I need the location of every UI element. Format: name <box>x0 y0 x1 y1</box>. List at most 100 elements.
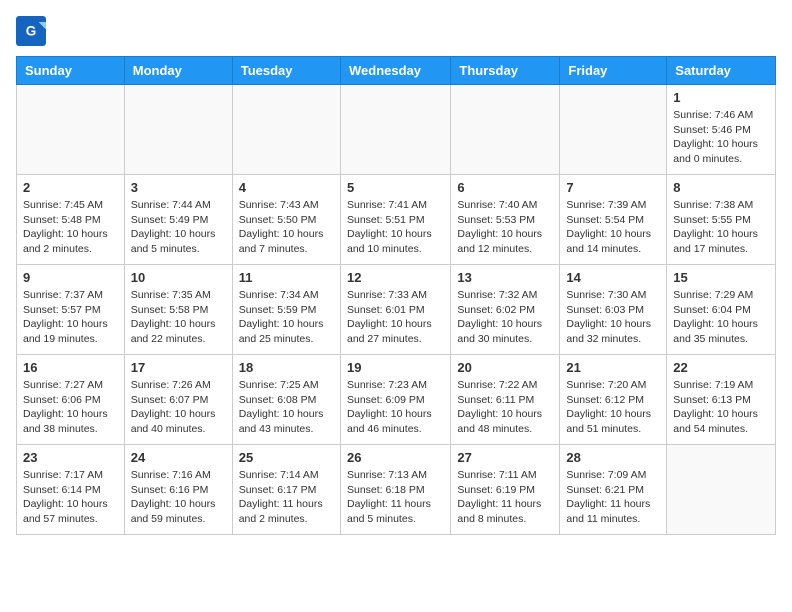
column-header-saturday: Saturday <box>667 57 776 85</box>
day-number: 3 <box>131 180 226 195</box>
day-number: 9 <box>23 270 118 285</box>
calendar-cell: 27Sunrise: 7:11 AM Sunset: 6:19 PM Dayli… <box>451 445 560 535</box>
calendar-cell: 15 Sunrise: 7:29 AM Sunset: 6:04 PM Dayli… <box>667 265 776 355</box>
day-info: Sunrise: 7:23 AM Sunset: 6:09 PM Dayligh… <box>347 378 444 437</box>
day-info: Sunrise: 7:33 AM Sunset: 6:01 PM Dayligh… <box>347 288 444 347</box>
calendar-cell <box>560 85 667 175</box>
calendar-cell <box>667 445 776 535</box>
day-info: Sunrise: 7:26 AM Sunset: 6:07 PM Dayligh… <box>131 378 226 437</box>
calendar-cell: 5 Sunrise: 7:41 AM Sunset: 5:51 PM Daylig… <box>340 175 450 265</box>
calendar-cell: 6 Sunrise: 7:40 AM Sunset: 5:53 PM Daylig… <box>451 175 560 265</box>
day-number: 10 <box>131 270 226 285</box>
day-number: 20 <box>457 360 553 375</box>
calendar-week-5: 23 Sunrise: 7:17 AM Sunset: 6:14 PM Dayli… <box>17 445 776 535</box>
day-number: 18 <box>239 360 334 375</box>
calendar-cell: 25 Sunrise: 7:14 AM Sunset: 6:17 PM Dayli… <box>232 445 340 535</box>
calendar-cell: 7Sunrise: 7:39 AM Sunset: 5:54 PM Daylig… <box>560 175 667 265</box>
calendar-header-row: SundayMondayTuesdayWednesdayThursdayFrid… <box>17 57 776 85</box>
day-info: Sunrise: 7:37 AM Sunset: 5:57 PM Dayligh… <box>23 288 118 347</box>
calendar-cell <box>340 85 450 175</box>
calendar-cell: 22 Sunrise: 7:19 AM Sunset: 6:13 PM Dayli… <box>667 355 776 445</box>
page-header: G <box>16 16 776 46</box>
day-number: 11 <box>239 270 334 285</box>
day-info: Sunrise: 7:30 AM Sunset: 6:03 PM Dayligh… <box>566 288 660 347</box>
day-number: 1 <box>673 90 769 105</box>
calendar-cell: 24 Sunrise: 7:16 AM Sunset: 6:16 PM Dayli… <box>124 445 232 535</box>
day-info: Sunrise: 7:13 AM Sunset: 6:18 PM Dayligh… <box>347 468 444 527</box>
day-number: 15 <box>673 270 769 285</box>
day-info: Sunrise: 7:29 AM Sunset: 6:04 PM Dayligh… <box>673 288 769 347</box>
day-info: Sunrise: 7:09 AM Sunset: 6:21 PM Dayligh… <box>566 468 660 527</box>
day-number: 24 <box>131 450 226 465</box>
day-number: 17 <box>131 360 226 375</box>
day-number: 25 <box>239 450 334 465</box>
logo-icon: G <box>16 16 46 46</box>
calendar-cell <box>232 85 340 175</box>
calendar-cell: 4Sunrise: 7:43 AM Sunset: 5:50 PM Daylig… <box>232 175 340 265</box>
day-info: Sunrise: 7:14 AM Sunset: 6:17 PM Dayligh… <box>239 468 334 527</box>
day-info: Sunrise: 7:19 AM Sunset: 6:13 PM Dayligh… <box>673 378 769 437</box>
column-header-thursday: Thursday <box>451 57 560 85</box>
calendar-cell <box>451 85 560 175</box>
calendar-week-1: 1 Sunrise: 7:46 AM Sunset: 5:46 PM Daylig… <box>17 85 776 175</box>
column-header-tuesday: Tuesday <box>232 57 340 85</box>
calendar-cell: 17 Sunrise: 7:26 AM Sunset: 6:07 PM Dayli… <box>124 355 232 445</box>
day-info: Sunrise: 7:32 AM Sunset: 6:02 PM Dayligh… <box>457 288 553 347</box>
calendar-cell: 28 Sunrise: 7:09 AM Sunset: 6:21 PM Dayli… <box>560 445 667 535</box>
calendar-week-4: 16 Sunrise: 7:27 AM Sunset: 6:06 PM Dayli… <box>17 355 776 445</box>
day-info: Sunrise: 7:43 AM Sunset: 5:50 PM Dayligh… <box>239 198 334 257</box>
day-info: Sunrise: 7:46 AM Sunset: 5:46 PM Dayligh… <box>673 108 769 167</box>
calendar-cell: 3 Sunrise: 7:44 AM Sunset: 5:49 PM Daylig… <box>124 175 232 265</box>
day-number: 6 <box>457 180 553 195</box>
column-header-monday: Monday <box>124 57 232 85</box>
day-number: 12 <box>347 270 444 285</box>
calendar-cell: 1 Sunrise: 7:46 AM Sunset: 5:46 PM Daylig… <box>667 85 776 175</box>
day-info: Sunrise: 7:16 AM Sunset: 6:16 PM Dayligh… <box>131 468 226 527</box>
day-info: Sunrise: 7:17 AM Sunset: 6:14 PM Dayligh… <box>23 468 118 527</box>
calendar-cell: 9 Sunrise: 7:37 AM Sunset: 5:57 PM Daylig… <box>17 265 125 355</box>
calendar-cell: 18 Sunrise: 7:25 AM Sunset: 6:08 PM Dayli… <box>232 355 340 445</box>
day-number: 5 <box>347 180 444 195</box>
day-number: 23 <box>23 450 118 465</box>
day-info: Sunrise: 7:40 AM Sunset: 5:53 PM Dayligh… <box>457 198 553 257</box>
day-info: Sunrise: 7:35 AM Sunset: 5:58 PM Dayligh… <box>131 288 226 347</box>
calendar-cell <box>17 85 125 175</box>
calendar-cell <box>124 85 232 175</box>
day-number: 21 <box>566 360 660 375</box>
calendar-cell: 23 Sunrise: 7:17 AM Sunset: 6:14 PM Dayli… <box>17 445 125 535</box>
day-info: Sunrise: 7:38 AM Sunset: 5:55 PM Dayligh… <box>673 198 769 257</box>
day-info: Sunrise: 7:34 AM Sunset: 5:59 PM Dayligh… <box>239 288 334 347</box>
column-header-wednesday: Wednesday <box>340 57 450 85</box>
day-number: 8 <box>673 180 769 195</box>
calendar-table: SundayMondayTuesdayWednesdayThursdayFrid… <box>16 56 776 535</box>
calendar-week-2: 2Sunrise: 7:45 AM Sunset: 5:48 PM Daylig… <box>17 175 776 265</box>
day-info: Sunrise: 7:44 AM Sunset: 5:49 PM Dayligh… <box>131 198 226 257</box>
calendar-cell: 8 Sunrise: 7:38 AM Sunset: 5:55 PM Daylig… <box>667 175 776 265</box>
calendar-cell: 12 Sunrise: 7:33 AM Sunset: 6:01 PM Dayli… <box>340 265 450 355</box>
calendar-cell: 21 Sunrise: 7:20 AM Sunset: 6:12 PM Dayli… <box>560 355 667 445</box>
calendar-cell: 19 Sunrise: 7:23 AM Sunset: 6:09 PM Dayli… <box>340 355 450 445</box>
day-info: Sunrise: 7:45 AM Sunset: 5:48 PM Dayligh… <box>23 198 118 257</box>
day-info: Sunrise: 7:22 AM Sunset: 6:11 PM Dayligh… <box>457 378 553 437</box>
day-number: 16 <box>23 360 118 375</box>
calendar-cell: 13 Sunrise: 7:32 AM Sunset: 6:02 PM Dayli… <box>451 265 560 355</box>
calendar-cell: 2Sunrise: 7:45 AM Sunset: 5:48 PM Daylig… <box>17 175 125 265</box>
calendar-week-3: 9 Sunrise: 7:37 AM Sunset: 5:57 PM Daylig… <box>17 265 776 355</box>
day-info: Sunrise: 7:25 AM Sunset: 6:08 PM Dayligh… <box>239 378 334 437</box>
day-number: 7 <box>566 180 660 195</box>
column-header-sunday: Sunday <box>17 57 125 85</box>
day-info: Sunrise: 7:20 AM Sunset: 6:12 PM Dayligh… <box>566 378 660 437</box>
day-info: Sunrise: 7:41 AM Sunset: 5:51 PM Dayligh… <box>347 198 444 257</box>
column-header-friday: Friday <box>560 57 667 85</box>
day-number: 19 <box>347 360 444 375</box>
calendar-cell: 11 Sunrise: 7:34 AM Sunset: 5:59 PM Dayli… <box>232 265 340 355</box>
day-number: 13 <box>457 270 553 285</box>
day-number: 22 <box>673 360 769 375</box>
calendar-cell: 16 Sunrise: 7:27 AM Sunset: 6:06 PM Dayli… <box>17 355 125 445</box>
day-number: 26 <box>347 450 444 465</box>
calendar-cell: 26 Sunrise: 7:13 AM Sunset: 6:18 PM Dayli… <box>340 445 450 535</box>
day-number: 28 <box>566 450 660 465</box>
day-info: Sunrise: 7:27 AM Sunset: 6:06 PM Dayligh… <box>23 378 118 437</box>
calendar-cell: 14Sunrise: 7:30 AM Sunset: 6:03 PM Dayli… <box>560 265 667 355</box>
calendar-cell: 10 Sunrise: 7:35 AM Sunset: 5:58 PM Dayli… <box>124 265 232 355</box>
